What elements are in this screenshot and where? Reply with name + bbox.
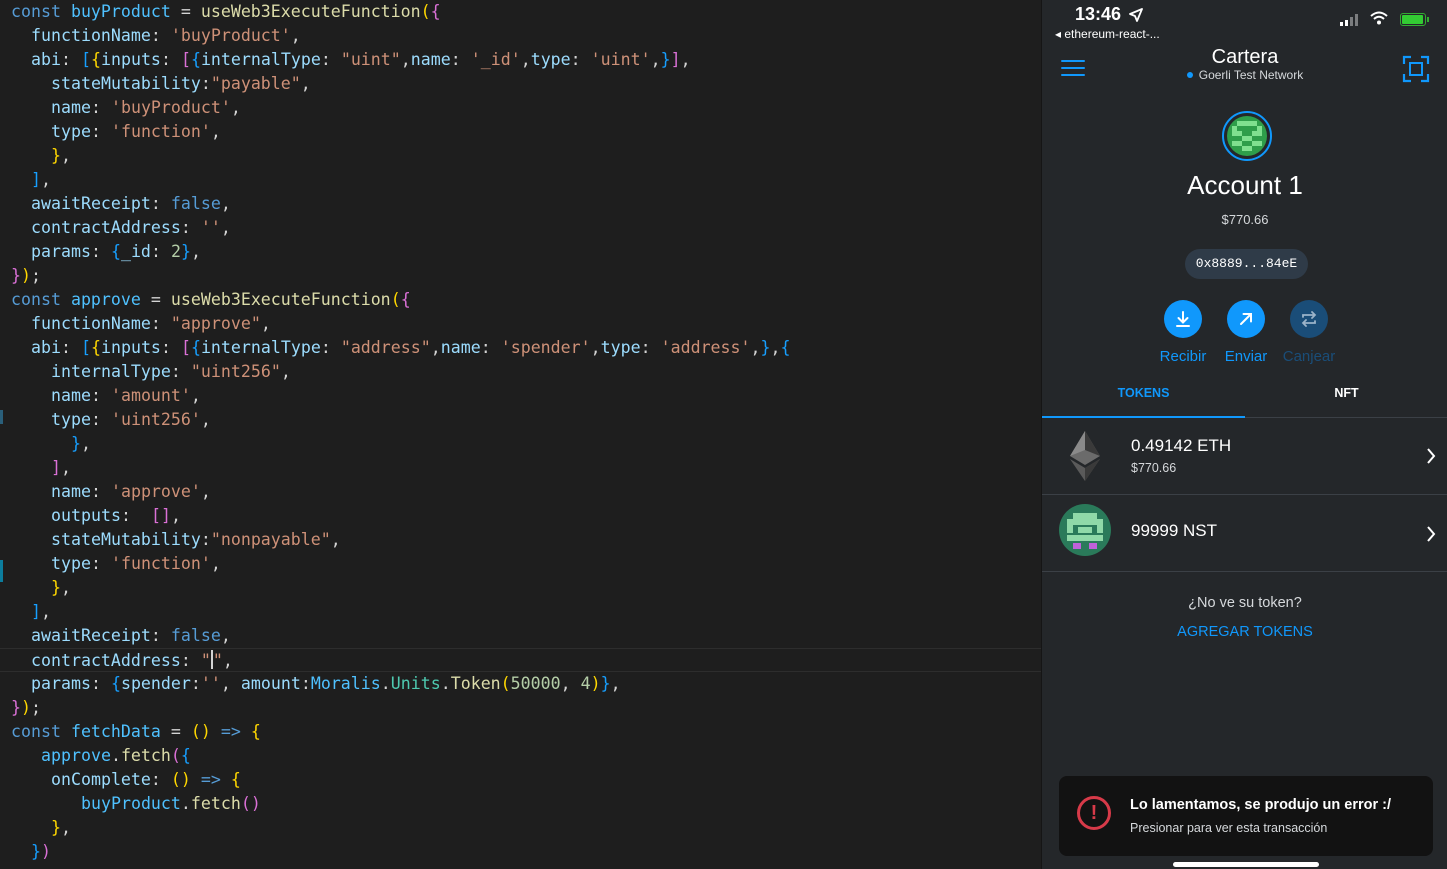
qr-scan-icon[interactable]: [1402, 55, 1430, 83]
code-line[interactable]: const approve = useWeb3ExecuteFunction({: [0, 288, 1041, 312]
send-button[interactable]: Enviar: [1214, 300, 1278, 365]
code-line[interactable]: type: 'function',: [0, 552, 1041, 576]
code-line[interactable]: functionName: "approve",: [0, 312, 1041, 336]
home-indicator[interactable]: [1173, 862, 1319, 867]
code-line[interactable]: type: 'uint256',: [0, 408, 1041, 432]
chevron-right-icon: [1427, 448, 1436, 464]
code-line[interactable]: abi: [{inputs: [{internalType: "uint",na…: [0, 48, 1041, 72]
code-line[interactable]: functionName: 'buyProduct',: [0, 24, 1041, 48]
error-toast[interactable]: ! Lo lamentamos, se produjo un error :/ …: [1059, 776, 1433, 856]
network-name: Goerli Test Network: [1198, 68, 1304, 82]
send-icon: [1240, 313, 1252, 325]
back-to-app-link[interactable]: ◂ ethereum-react-...: [1055, 27, 1160, 41]
asset-tabs: TOKENS NFT: [1042, 378, 1447, 418]
battery-charging-icon: [1400, 13, 1429, 26]
nst-token-icon: [1059, 504, 1111, 556]
code-line[interactable]: ],: [0, 600, 1041, 624]
cellular-signal-icon: [1340, 14, 1358, 26]
token-amount: 99999 NST: [1131, 521, 1217, 540]
code-line[interactable]: stateMutability:"payable",: [0, 72, 1041, 96]
token-fiat-value: $770.66: [1131, 461, 1177, 475]
code-editor[interactable]: const buyProduct = useWeb3ExecuteFunctio…: [0, 0, 1041, 869]
code-line[interactable]: name: 'amount',: [0, 384, 1041, 408]
code-line[interactable]: contractAddress: " ",: [0, 648, 1041, 672]
code-line[interactable]: },: [0, 576, 1041, 600]
code-line[interactable]: },: [0, 144, 1041, 168]
code-line[interactable]: type: 'function',: [0, 120, 1041, 144]
account-avatar[interactable]: [1222, 111, 1272, 161]
code-line[interactable]: abi: [{inputs: [{internalType: "address"…: [0, 336, 1041, 360]
code-line[interactable]: onComplete: () => {: [0, 768, 1041, 792]
account-name[interactable]: Account 1: [1042, 170, 1447, 201]
network-indicator[interactable]: Goerli Test Network: [1042, 68, 1447, 82]
tab-nft[interactable]: NFT: [1245, 378, 1447, 418]
send-label: Enviar: [1224, 348, 1268, 365]
token-row-eth[interactable]: 0.49142 ETH $770.66: [1042, 419, 1447, 495]
ethereum-icon: [1070, 431, 1100, 481]
metamask-mobile-screen: 13:46 ◂ ethereum-react-... Cartera Goerl…: [1041, 0, 1447, 869]
account-balance: $770.66: [1221, 212, 1269, 227]
code-line[interactable]: const buyProduct = useWeb3ExecuteFunctio…: [0, 0, 1041, 24]
divider: [1042, 571, 1447, 572]
code-line[interactable]: name: 'buyProduct',: [0, 96, 1041, 120]
code-line[interactable]: outputs: [],: [0, 504, 1041, 528]
code-line[interactable]: awaitReceipt: false,: [0, 624, 1041, 648]
code-line[interactable]: contractAddress: '',: [0, 216, 1041, 240]
token-amount: 0.49142 ETH: [1131, 436, 1232, 455]
code-line[interactable]: awaitReceipt: false,: [0, 192, 1041, 216]
tab-tokens[interactable]: TOKENS: [1042, 378, 1245, 418]
code-line[interactable]: internalType: "uint256",: [0, 360, 1041, 384]
receive-label: Recibir: [1159, 348, 1207, 365]
account-address-button[interactable]: 0x8889...84eE: [1185, 249, 1308, 279]
add-tokens-link[interactable]: AGREGAR TOKENS: [1042, 624, 1447, 640]
status-time: 13:46: [1075, 4, 1122, 24]
code-line[interactable]: name: 'approve',: [0, 480, 1041, 504]
code-line[interactable]: }): [0, 840, 1041, 864]
token-row-nst[interactable]: 99999 NST: [1042, 495, 1447, 571]
code-line[interactable]: const fetchData = () => {: [0, 720, 1041, 744]
error-alert-icon: !: [1077, 796, 1111, 830]
code-line[interactable]: });: [0, 696, 1041, 720]
code-line[interactable]: params: {spender:'', amount:Moralis.Unit…: [0, 672, 1041, 696]
code-line[interactable]: ],: [0, 168, 1041, 192]
receive-icon: [1176, 311, 1190, 327]
code-line[interactable]: },: [0, 432, 1041, 456]
swap-button[interactable]: Canjear: [1277, 300, 1341, 365]
code-line[interactable]: buyProduct.fetch(): [0, 792, 1041, 816]
toast-subtitle: Presionar para ver esta transacción: [1130, 821, 1328, 835]
location-arrow-icon: [1129, 8, 1143, 22]
network-status-dot: [1186, 72, 1193, 78]
receive-button[interactable]: Recibir: [1151, 300, 1215, 365]
toast-title: Lo lamentamos, se produjo un error :/: [1130, 797, 1392, 813]
page-title: Cartera: [1211, 46, 1279, 68]
chevron-right-icon: [1427, 526, 1436, 542]
swap-icon: [1301, 311, 1317, 327]
code-line[interactable]: params: {_id: 2},: [0, 240, 1041, 264]
code-line[interactable]: },: [0, 816, 1041, 840]
swap-label: Canjear: [1282, 348, 1336, 365]
no-token-prompt: ¿No ve su token?: [1188, 595, 1302, 611]
identicon-icon: [1232, 121, 1262, 151]
ios-status-bar: 13:46 ◂ ethereum-react-...: [1042, 0, 1447, 44]
code-line[interactable]: ],: [0, 456, 1041, 480]
code-line[interactable]: });: [0, 264, 1041, 288]
code-line[interactable]: approve.fetch({: [0, 744, 1041, 768]
wifi-icon: [1370, 11, 1388, 25]
code-line[interactable]: stateMutability:"nonpayable",: [0, 528, 1041, 552]
